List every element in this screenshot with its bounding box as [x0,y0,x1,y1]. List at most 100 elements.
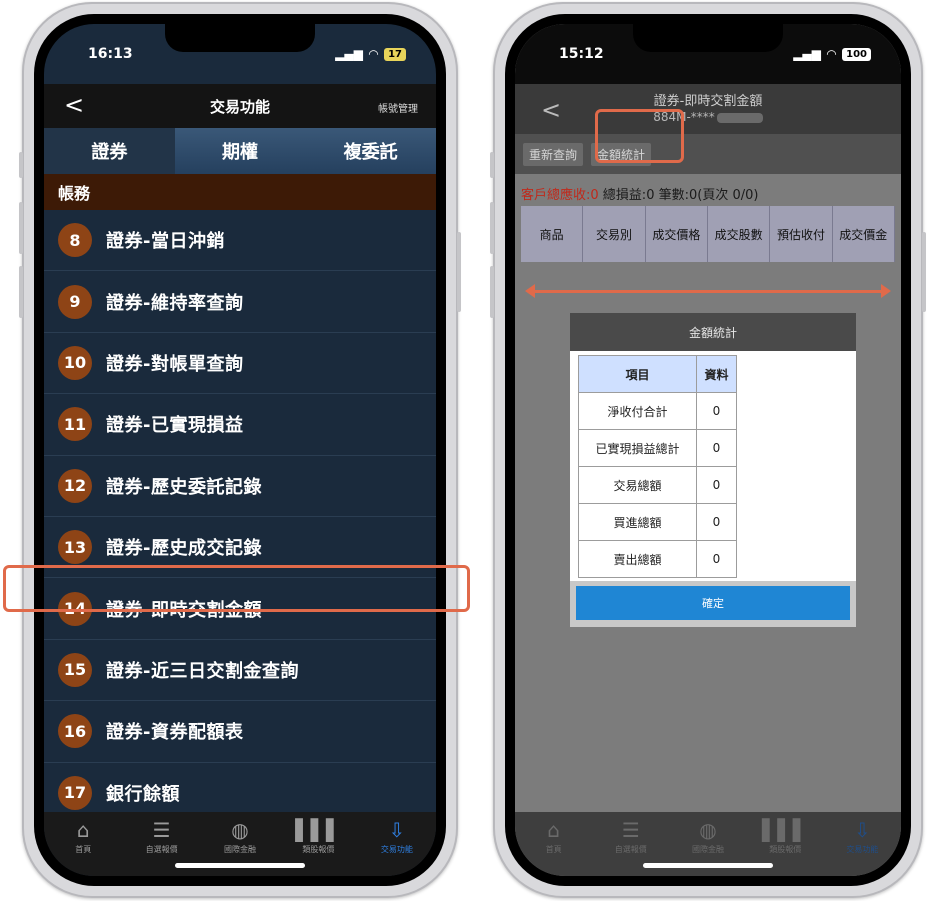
nav-bar: < 交易功能 帳號管理 [44,84,436,128]
section-header: 帳務 [44,174,436,210]
chart-icon: ▌▌▌ [295,818,342,842]
status-time: 16:13 [88,46,133,62]
tab-label: 自選報價 [614,845,647,854]
home-indicator [643,863,773,868]
home-indicator [175,863,305,868]
signal-icon: ▂▄▆ [793,47,821,61]
volume-down-button [19,266,23,318]
list-item[interactable]: 15 證券-近三日交割金查詢 [44,639,436,702]
tab-label: 國際金融 [692,845,724,854]
item-number-badge: 15 [58,652,92,687]
notch [165,24,315,52]
home-icon: ⌂ [76,818,90,842]
left-phone: 16:13 ▂▄▆ ◠ 17 < 交易功能 帳號管理 證券 期權 複委託 帳務 … [19,2,461,898]
trade-icon: ⇩ [854,818,871,842]
screen: 15:12 ▂▄▆ ◠ 100 < 證券-即時交割金額 884M-**** 重新… [515,24,901,876]
table-row: 已實現損益總計 0 [578,429,737,467]
highlight-box-item-14 [3,565,470,612]
summary-line: 客戶總應收:0 總損益:0 筆數:0(頁次 0/0) [521,184,758,203]
highlight-box-stats-button [595,109,684,163]
stats-table: 項目 資料 淨收付合計 0 已實現損益總計 0 交易總額 0 買進總額 0 賣出總額 0 [578,355,737,578]
tab-bar-top: 證券 期權 複委託 [44,128,436,174]
list-item-label: 銀行餘額 [106,783,180,805]
amount-stats-dialog: 金額統計 項目 資料 淨收付合計 0 已實現損益總計 0 交易總額 0 買進總額 0 賣… [570,313,856,627]
volume-up-button [19,202,23,254]
list-item[interactable]: 11 證券-已實現損益 [44,394,436,456]
tab-label: 類股報價 [769,845,802,854]
globe-icon: ◍ [231,818,249,842]
tab-label: 首頁 [75,845,92,854]
dialog-footer: 確定 [570,581,856,627]
page-value: 0/0 [732,188,754,203]
receivable-label: 客戶總應收: [521,188,591,203]
table-header-row: 項目 資料 [578,355,737,393]
list-item[interactable]: 8 證券-當日沖銷 [44,210,436,272]
list-item[interactable]: 10 證券-對帳單查詢 [44,332,436,395]
row-label: 已實現損益總計 [578,429,697,467]
account-management-link[interactable]: 帳號管理 [378,100,418,115]
pnl-label: 總損益: [598,188,647,203]
row-label: 交易總額 [578,466,697,504]
count-label: 筆數: [654,188,689,203]
dialog-title: 金額統計 [570,313,856,351]
receivable-value: 0 [590,188,599,203]
table-row: 買進總額 0 [578,503,737,541]
column-header: 資料 [696,355,737,393]
notch [633,24,783,52]
column-header: 交易別 [583,206,646,262]
page-title: 交易功能 [209,97,270,116]
status-time: 15:12 [559,46,604,62]
item-number-badge: 8 [58,223,92,258]
tab-label: 交易功能 [846,845,879,854]
tab-trade[interactable]: ⇩ 交易功能 [358,818,436,876]
mute-switch [19,152,23,178]
row-value: 0 [696,392,737,430]
chart-icon: ▌▌▌ [762,818,809,842]
table-row: 交易總額 0 [578,466,737,504]
list-icon: ☰ [621,818,640,842]
tab-label: 自選報價 [145,845,178,854]
item-number-badge: 13 [58,530,92,565]
tab-label: 國際金融 [224,845,257,854]
list-item[interactable]: 9 證券-維持率查詢 [44,271,436,333]
row-value: 0 [696,429,737,467]
list-item-label: 證券-資券配額表 [106,722,244,744]
screen: 16:13 ▂▄▆ ◠ 17 < 交易功能 帳號管理 證券 期權 複委託 帳務 … [44,24,436,876]
table-row: 淨收付合計 0 [578,392,737,430]
signal-icon: ▂▄▆ [335,47,363,61]
phone-bezel: 15:12 ▂▄▆ ◠ 100 < 證券-即時交割金額 884M-**** 重新… [505,14,911,886]
list-icon: ☰ [152,818,171,842]
list-item-label: 證券-已實現損益 [106,415,244,437]
power-button [457,232,461,312]
item-number-badge: 11 [58,407,92,442]
tab-trade[interactable]: ⇩ 交易功能 [824,818,901,876]
power-button [922,232,926,312]
column-header: 成交股數 [707,206,771,262]
tab-home[interactable]: ⌂ 首頁 [44,818,122,876]
row-value: 0 [696,466,737,504]
globe-icon: ◍ [699,818,717,842]
list-item[interactable]: 16 證券-資券配額表 [44,701,436,763]
account-subtitle: 884M-**** [515,110,901,124]
item-number-badge: 9 [58,284,92,319]
list-item[interactable]: 12 證券-歷史委託記錄 [44,455,436,517]
tab-sub-brokerage[interactable]: 複委託 [305,128,436,174]
page-end: ) [753,188,759,203]
home-icon: ⌂ [547,818,560,842]
tab-home[interactable]: ⌂ 首頁 [515,818,592,876]
item-number-badge: 17 [58,775,92,810]
row-label: 淨收付合計 [578,392,697,430]
list-item-label: 證券-維持率查詢 [106,292,244,314]
confirm-button[interactable]: 確定 [576,586,850,620]
column-header: 商品 [521,206,584,262]
tab-options[interactable]: 期權 [174,128,306,174]
row-value: 0 [696,540,737,578]
wifi-icon: ◠ [826,47,837,61]
column-header: 成交價格 [645,206,708,262]
volume-down-button [490,266,494,318]
refresh-query-button[interactable]: 重新查詢 [523,142,584,166]
nav-bar: < 證券-即時交割金額 884M-**** [515,84,901,134]
tab-securities[interactable]: 證券 [44,128,175,174]
back-chevron-icon[interactable]: < [64,92,84,118]
battery-icon: 100 [842,47,871,61]
